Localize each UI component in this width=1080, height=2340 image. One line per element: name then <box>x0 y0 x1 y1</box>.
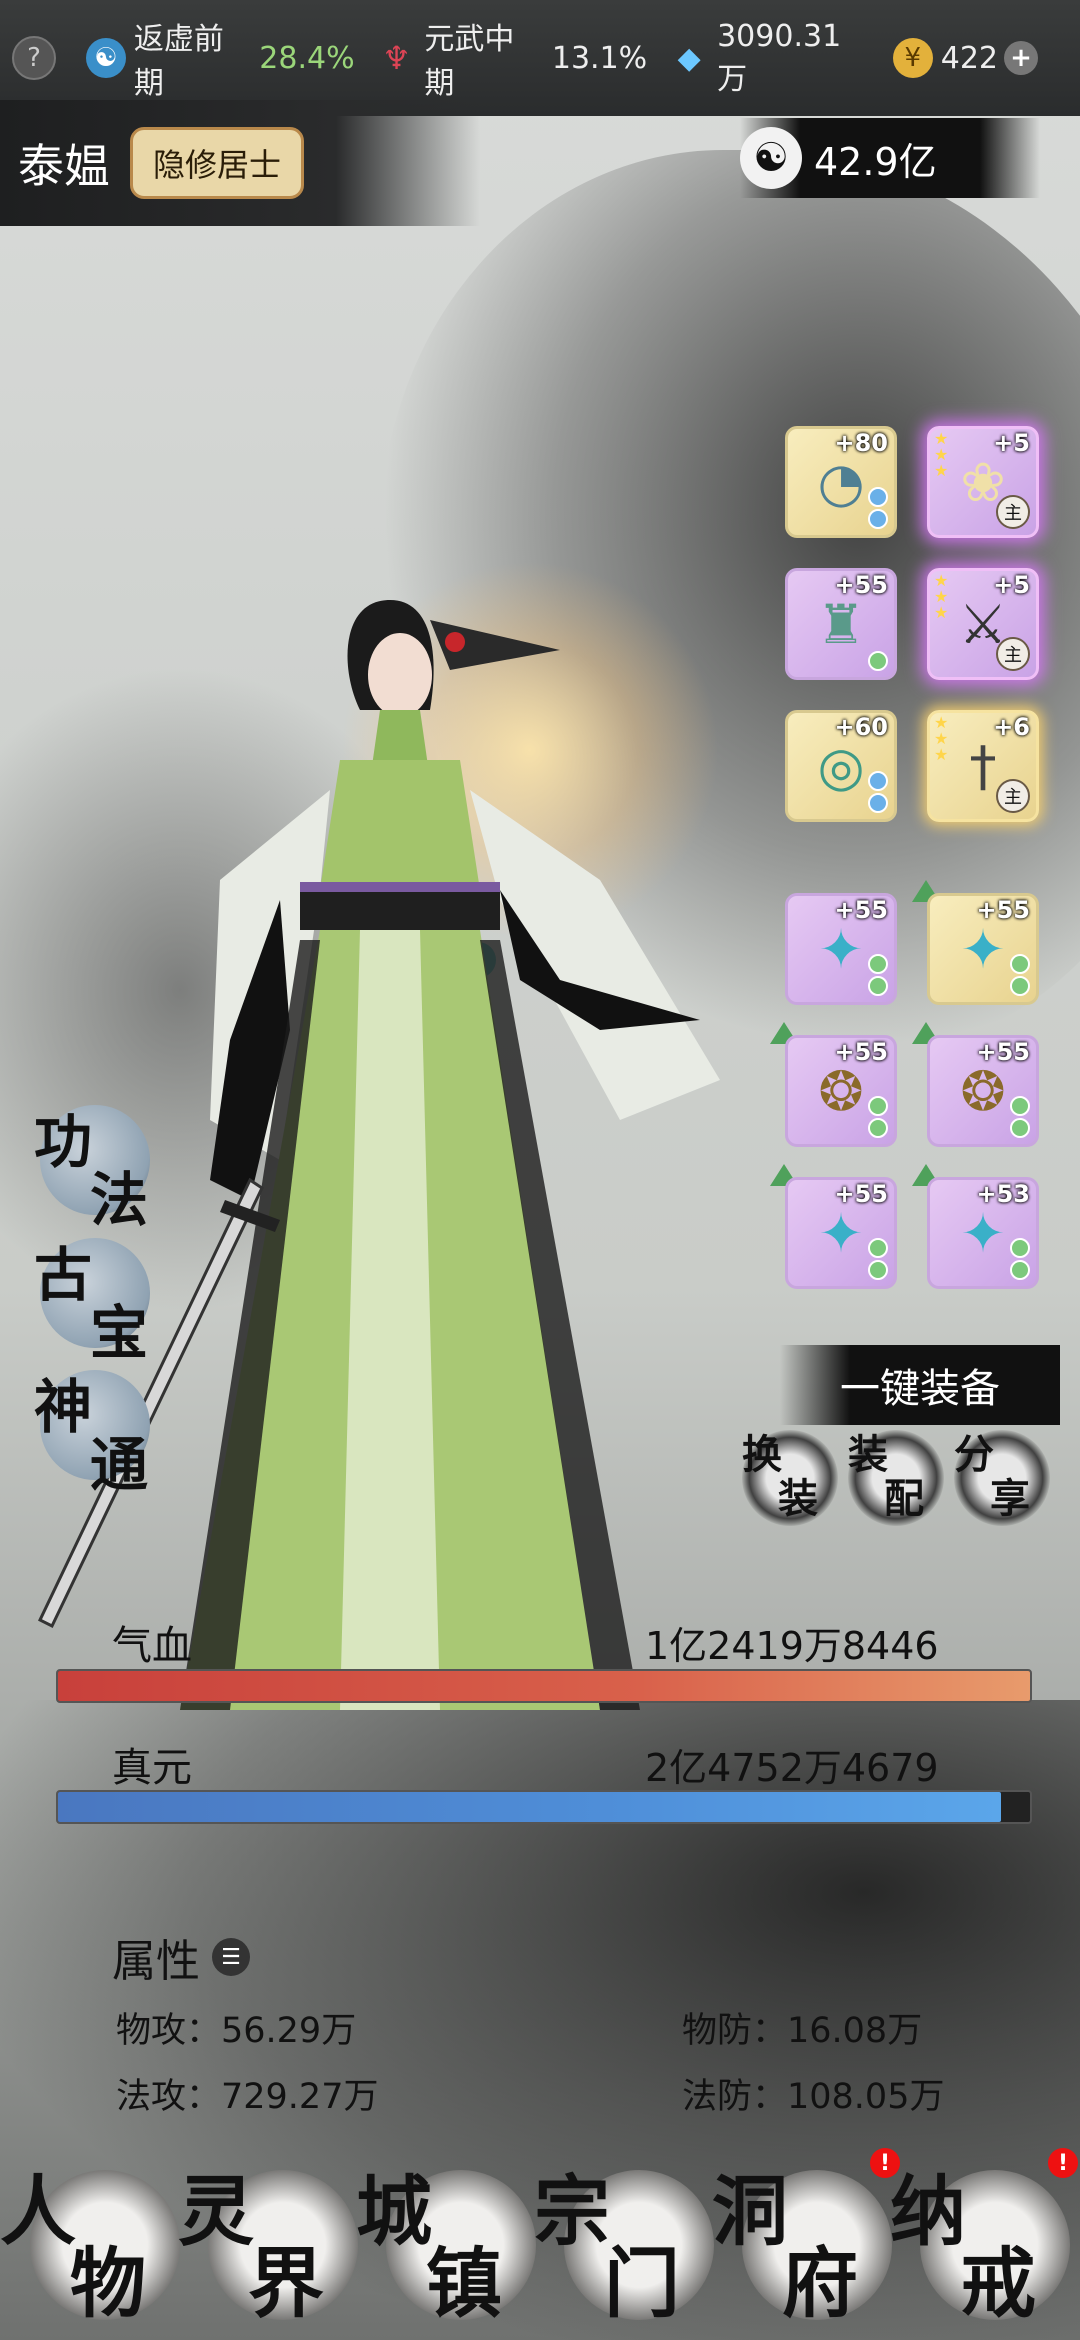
equip-slot-scroll-4[interactable]: ✦ +53 <box>927 1177 1039 1289</box>
dagger-icon: † <box>969 734 997 798</box>
spirit-stone-value: 3090.31万 <box>717 18 842 97</box>
character-title-badge[interactable]: 隐修居士 <box>130 127 305 199</box>
list-icon[interactable]: ☰ <box>212 1938 250 1976</box>
hp-bar <box>56 1669 1032 1703</box>
realm1-pct: 28.4% <box>259 40 355 76</box>
notification-badge: ! <box>1048 2148 1078 2178</box>
mirror-icon: ❂ <box>818 1059 864 1123</box>
mp-value: 2亿4752万4679 <box>645 1746 939 1790</box>
nav-spirit-realm[interactable]: 灵 界 <box>178 2150 358 2330</box>
mp-label: 真元 <box>112 1745 192 1791</box>
attributes-header: 属性 ☰ <box>112 1925 250 1989</box>
nav-sect[interactable]: 宗 门 <box>534 2150 714 2330</box>
yin-yang-power-icon: ☯ <box>740 127 802 189</box>
martial-icon: ♆ <box>382 39 411 77</box>
menu-divine-powers[interactable]: 神 通 <box>34 1370 150 1499</box>
mp-bar <box>56 1790 1032 1824</box>
share-button[interactable]: 分 享 <box>954 1430 1050 1526</box>
jade-pendant-icon: ◎ <box>817 734 865 798</box>
equip-slot-dagger[interactable]: ★ ★ ★ † +6 主 <box>927 710 1039 822</box>
yin-yang-icon: ☯ <box>86 38 126 78</box>
equip-slot-scroll-2[interactable]: ✦ +55 <box>927 893 1039 1005</box>
hp-bar-fill <box>58 1671 1030 1701</box>
equip-slot-scroll-3[interactable]: ✦ +55 <box>785 1177 897 1289</box>
equip-slot-jade-pendant[interactable]: ◎ +60 <box>785 710 897 822</box>
question-icon[interactable]: ? <box>12 36 56 80</box>
hp-label: 气血 <box>112 1623 192 1669</box>
nav-storage-ring[interactable]: 纳 戒 ! <box>890 2148 1078 2330</box>
physical-defense: 物防：16.08万 <box>682 2011 923 2051</box>
mp-bar-fill <box>58 1792 1001 1822</box>
coin-counter[interactable]: ¥ 422 + <box>892 38 1046 78</box>
spirit-stone-counter[interactable]: ◆ 3090.31万 <box>669 19 871 98</box>
magic-defense: 法防：108.05万 <box>682 2077 945 2117</box>
realm2-pct: 13.1% <box>551 40 648 76</box>
character-name[interactable]: 泰媪 <box>18 130 110 196</box>
scroll-icon: ✦ <box>818 917 864 981</box>
help-button[interactable]: ? <box>12 36 64 80</box>
robe-icon: ♜ <box>816 592 866 656</box>
equip-slot-lotus[interactable]: ★ ★ ★ ❀ +5 主 <box>927 426 1039 538</box>
gear-match-button[interactable]: 装 配 <box>848 1430 944 1526</box>
add-coins-icon[interactable]: + <box>1004 41 1038 75</box>
fan-icon: ◔ <box>817 450 865 514</box>
scroll-icon: ✦ <box>960 917 1006 981</box>
bottom-nav: 人 物 灵 界 城 镇 宗 门 洞 府 ! 纳 戒 ! <box>0 2130 1080 2340</box>
menu-treasures[interactable]: 古 宝 <box>34 1238 150 1367</box>
attributes-title: 属性 <box>112 1936 200 1987</box>
realm-progress-1[interactable]: ☯ 返虚前期 28.4% <box>86 14 355 102</box>
coin-value: 422 <box>940 40 998 76</box>
nav-cave-abode[interactable]: 洞 府 ! <box>712 2148 900 2330</box>
physical-attack: 物攻：56.29万 <box>116 2011 357 2051</box>
realm-progress-2[interactable]: ♆ 元武中期 13.1% <box>377 14 648 102</box>
equip-slot-fan[interactable]: ◔ +80 <box>785 426 897 538</box>
equip-slot-sword[interactable]: ★ ★ ★ ⚔ +5 主 <box>927 568 1039 680</box>
swap-gear-button[interactable]: 换 装 <box>742 1430 838 1526</box>
menu-skills[interactable]: 功 法 <box>34 1105 150 1234</box>
realm2-label: 元武中期 <box>424 22 515 101</box>
one-key-equip-button[interactable]: 一键装备 <box>780 1345 1060 1425</box>
equip-slot-mirror-2[interactable]: ❂ +55 <box>927 1035 1039 1147</box>
combat-power-value: 42.9亿 <box>814 139 937 184</box>
equip-slot-robe[interactable]: ♜ +55 <box>785 568 897 680</box>
combat-power[interactable]: ☯ 42.9亿 <box>740 118 1040 198</box>
mirror-icon: ❂ <box>960 1059 1006 1123</box>
magic-attack: 法攻：729.27万 <box>116 2077 379 2117</box>
status-bar: ? ☯ 返虚前期 28.4% ♆ 元武中期 13.1% ◆ 3090.31万 ¥… <box>0 0 1080 116</box>
scroll-icon: ✦ <box>960 1201 1006 1265</box>
nav-character[interactable]: 人 物 <box>0 2150 180 2330</box>
character-header: 泰媪 隐修居士 <box>0 100 480 226</box>
nav-town[interactable]: 城 镇 <box>356 2150 536 2330</box>
coin-icon: ¥ <box>892 38 933 78</box>
scroll-icon: ✦ <box>818 1201 864 1265</box>
realm1-label: 返虚前期 <box>133 22 224 101</box>
equip-slot-scroll-1[interactable]: ✦ +55 <box>785 893 897 1005</box>
hp-value: 1亿2419万8446 <box>645 1624 939 1668</box>
spirit-stone-icon: ◆ <box>677 40 701 76</box>
equip-slot-mirror-1[interactable]: ❂ +55 <box>785 1035 897 1147</box>
